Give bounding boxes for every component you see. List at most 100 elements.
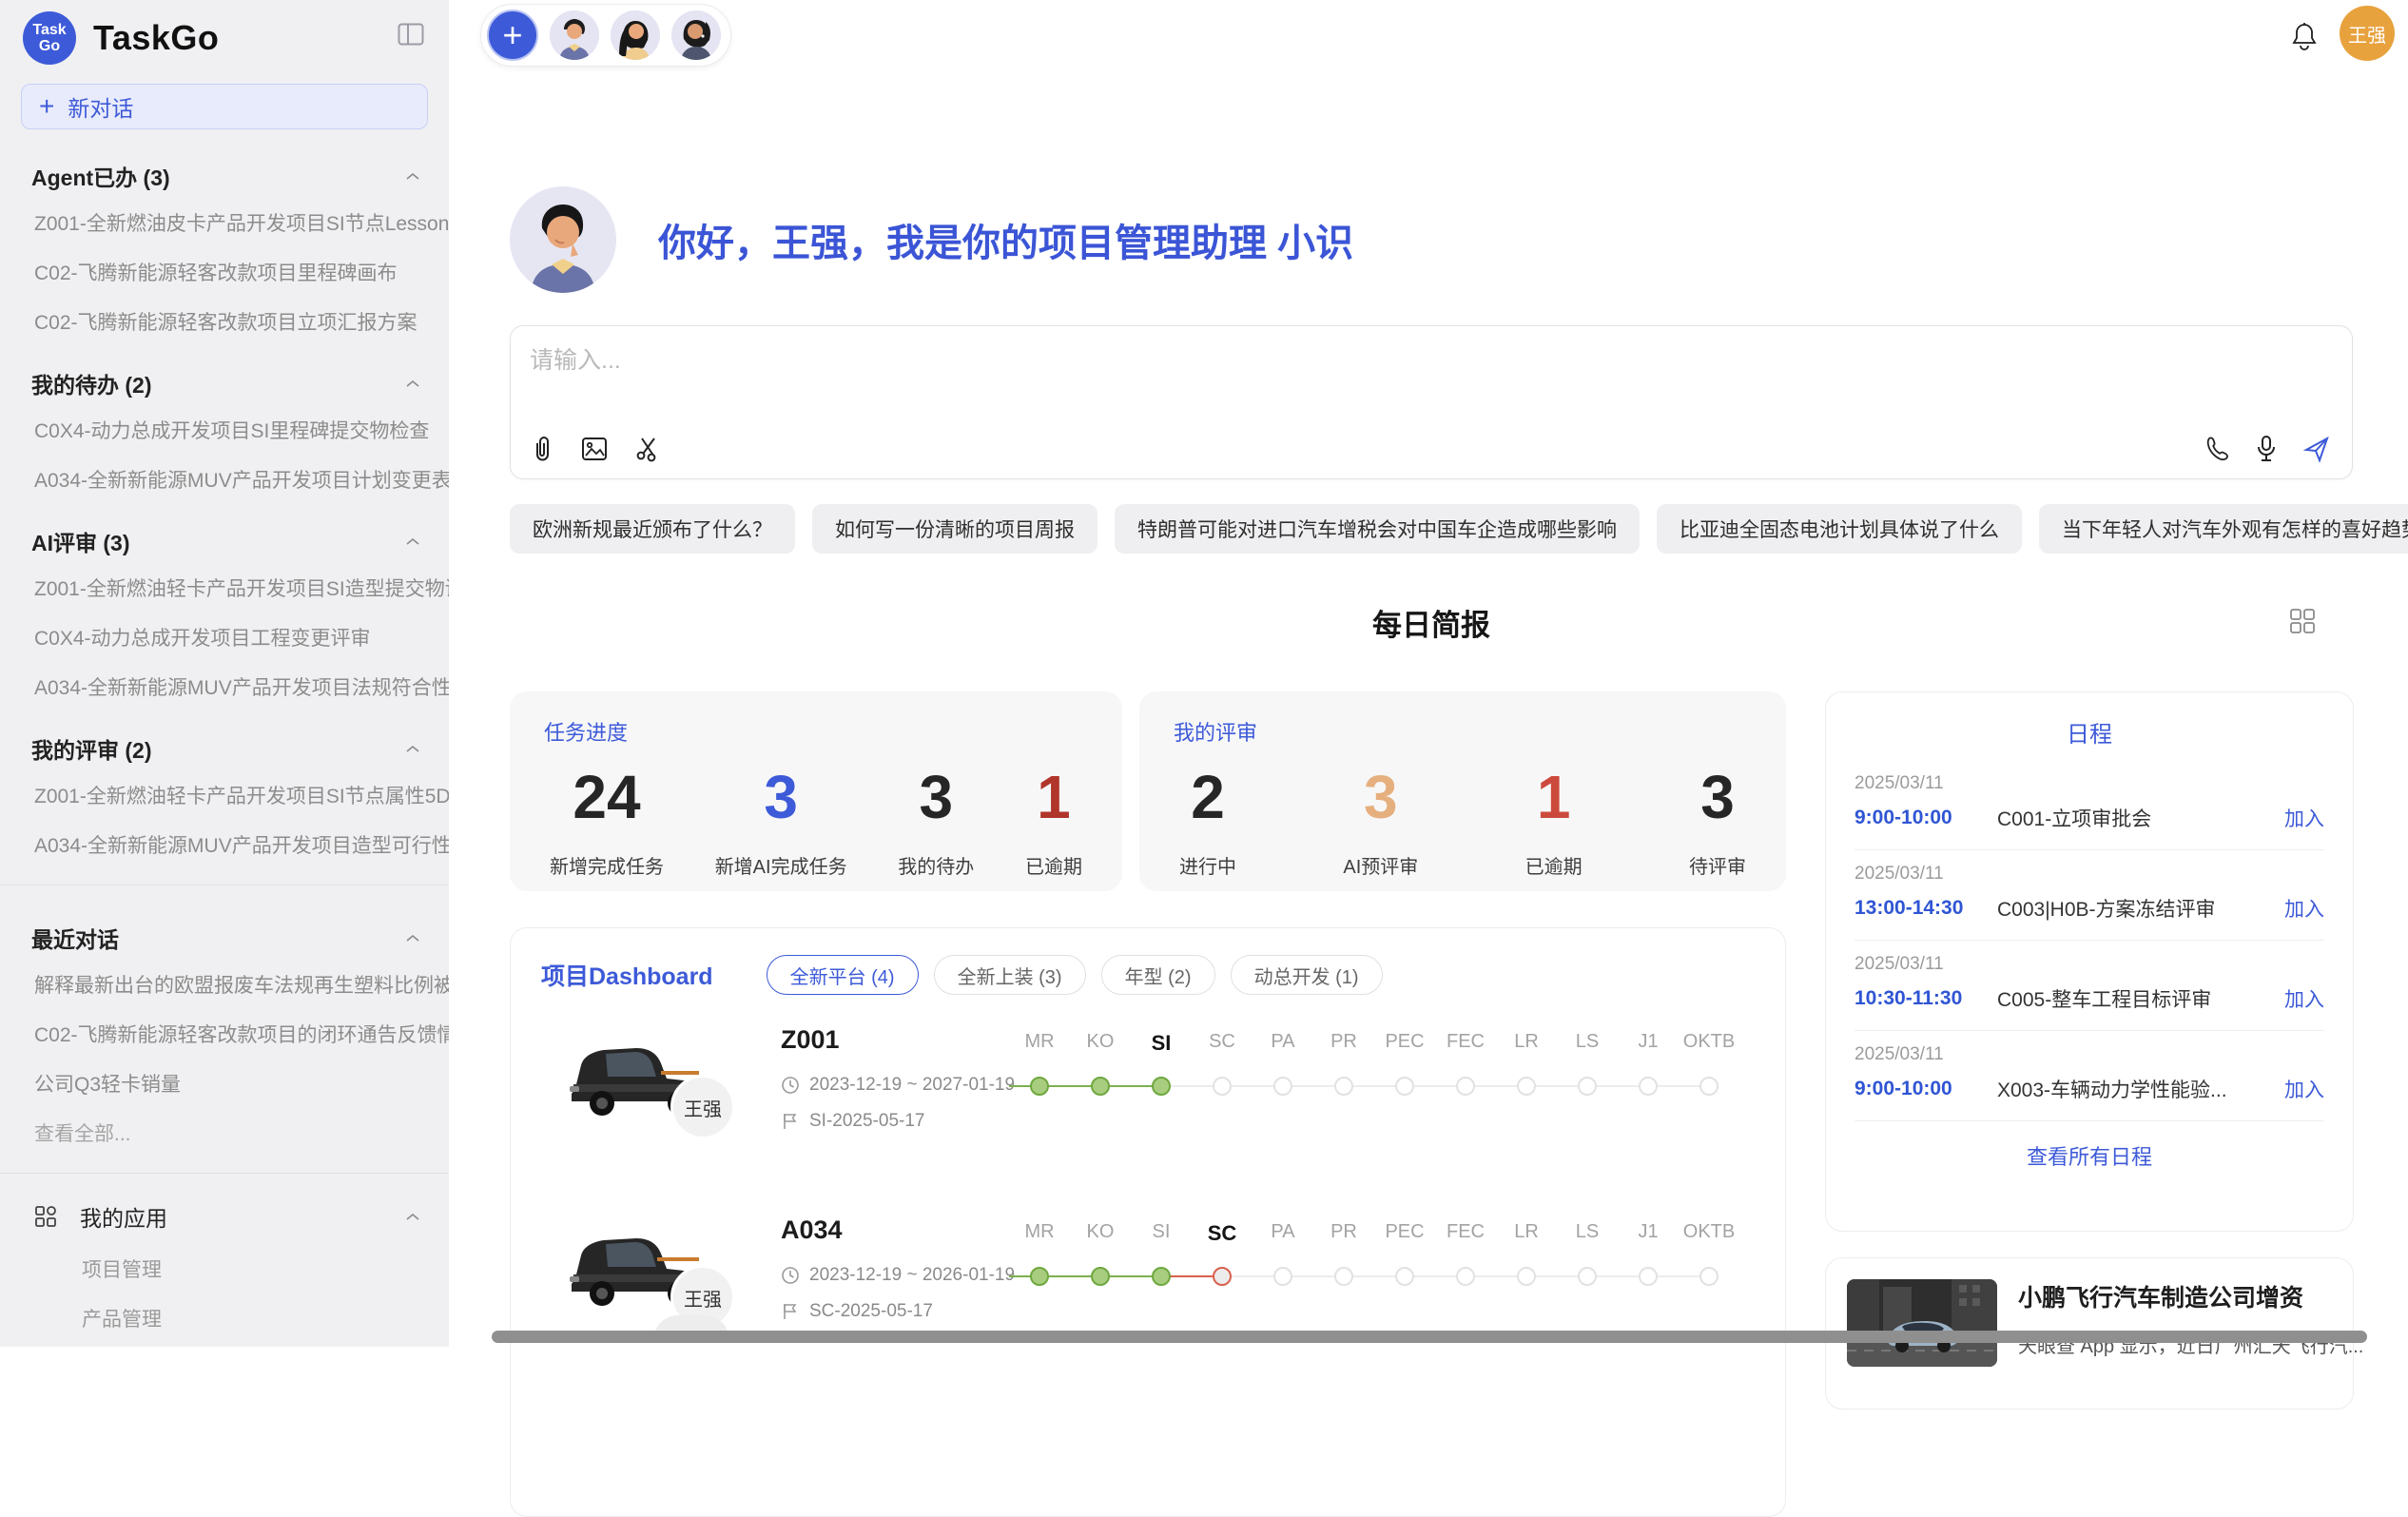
milestone-dot bbox=[1273, 1267, 1292, 1286]
suggestion-chip[interactable]: 当下年轻人对汽车外观有怎样的喜好趋势 bbox=[2039, 504, 2408, 554]
horizontal-scrollbar[interactable] bbox=[492, 1331, 2367, 1343]
divider bbox=[0, 1173, 449, 1174]
project-row[interactable]: 王强 A034 2023-12-19 ~ 2026-01-19 SC-2025-… bbox=[511, 1206, 1785, 1375]
avatar[interactable] bbox=[671, 10, 721, 60]
view-all-chats[interactable]: 查看全部... bbox=[0, 1108, 449, 1157]
milestone-label: J1 bbox=[1618, 1031, 1679, 1056]
app-name: TaskGo bbox=[93, 18, 219, 58]
milestone-dot-done bbox=[1091, 1267, 1110, 1286]
sidebar-item-change-mgmt[interactable]: 变更管理 bbox=[0, 1343, 449, 1347]
project-row[interactable]: 王强 Z001 2023-12-19 ~ 2027-01-19 SI-2025-… bbox=[511, 1016, 1785, 1185]
schedule-name: C001-立项审批会 bbox=[1997, 804, 2284, 832]
stat: 3 待评审 bbox=[1689, 764, 1746, 879]
milestone-label: LR bbox=[1496, 1031, 1557, 1056]
list-item[interactable]: Z001-全新燃油轻卡产品开发项目SI节点属性5D文件评审 bbox=[0, 770, 449, 820]
send-icon[interactable] bbox=[2302, 435, 2331, 463]
avatar[interactable] bbox=[611, 10, 660, 60]
assistant-greeting: 你好，王强，我是你的项目管理助理 小识 bbox=[510, 186, 1353, 293]
schedule-time: 9:00-10:00 bbox=[1855, 1078, 1997, 1100]
join-button[interactable]: 加入 bbox=[2284, 804, 2324, 832]
tab-powertrain[interactable]: 动总开发 (1) bbox=[1231, 955, 1383, 995]
milestone-dot bbox=[1578, 1077, 1597, 1096]
project-code: Z001 bbox=[781, 1025, 840, 1055]
chevron-up-icon[interactable] bbox=[405, 172, 420, 181]
project-flag: SC-2025-05-17 bbox=[781, 1301, 933, 1322]
phone-icon[interactable] bbox=[2204, 436, 2230, 462]
notification-bell-icon[interactable] bbox=[2290, 21, 2319, 56]
milestone-label: LS bbox=[1557, 1031, 1618, 1056]
sidebar-item-product-mgmt[interactable]: 产品管理 bbox=[0, 1293, 449, 1343]
chevron-up-icon[interactable] bbox=[405, 379, 420, 388]
list-item[interactable]: 解释最新出台的欧盟报废车法规再生塑料比例被调至15%... bbox=[0, 960, 449, 1009]
project-flag-text: SC-2025-05-17 bbox=[809, 1301, 933, 1322]
chevron-up-icon[interactable] bbox=[405, 1213, 420, 1221]
list-item[interactable]: A034-全新新能源MUV产品开发项目法规符合性评审 bbox=[0, 662, 449, 711]
milestone-dot bbox=[1699, 1077, 1719, 1096]
sidebar-item-project-mgmt[interactable]: 项目管理 bbox=[0, 1244, 449, 1293]
project-dashboard: 项目Dashboard 全新平台 (4) 全新上装 (3) 年型 (2) 动总开… bbox=[510, 927, 1786, 1517]
join-button[interactable]: 加入 bbox=[2284, 1075, 2324, 1103]
section-my-todo[interactable]: 我的待办 (2) bbox=[0, 346, 449, 405]
list-item[interactable]: C02-飞腾新能源轻客改款项目的闭环通告反馈情况 bbox=[0, 1009, 449, 1059]
scissors-icon[interactable] bbox=[634, 436, 661, 462]
suggestion-chip[interactable]: 如何写一份清晰的项目周报 bbox=[812, 504, 1097, 554]
milestone-label: PR bbox=[1313, 1031, 1374, 1056]
milestone-dot bbox=[1639, 1267, 1658, 1286]
sidebar-item-my-apps[interactable]: 我的应用 bbox=[0, 1189, 449, 1244]
new-chat-button[interactable]: + 新对话 bbox=[21, 84, 428, 129]
attachment-icon[interactable] bbox=[530, 435, 554, 463]
flag-icon bbox=[781, 1112, 800, 1131]
suggestion-chip[interactable]: 特朗普可能对进口汽车增税会对中国车企造成哪些影响 bbox=[1115, 504, 1640, 554]
chevron-up-icon[interactable] bbox=[405, 934, 420, 943]
greeting-text: 你好，王强，我是你的项目管理助理 小识 bbox=[658, 212, 1353, 267]
list-item[interactable]: C02-飞腾新能源轻客改款项目里程碑画布 bbox=[0, 247, 449, 297]
layout-grid-icon[interactable] bbox=[2288, 607, 2317, 640]
section-title: Agent已办 (3) bbox=[31, 160, 170, 192]
milestone-label: PEC bbox=[1374, 1031, 1435, 1056]
section-agent-done[interactable]: Agent已办 (3) bbox=[0, 139, 449, 198]
section-my-review[interactable]: 我的评审 (2) bbox=[0, 711, 449, 770]
avatar[interactable] bbox=[550, 10, 599, 60]
suggestion-chip[interactable]: 欧洲新规最近颁布了什么？ bbox=[510, 504, 795, 554]
stat: 3 我的待办 bbox=[898, 764, 974, 879]
list-item[interactable]: C0X4-动力总成开发项目工程变更评审 bbox=[0, 613, 449, 662]
list-item[interactable]: C02-飞腾新能源轻客改款项目立项汇报方案 bbox=[0, 297, 449, 346]
dashboard-tabs: 全新平台 (4) 全新上装 (3) 年型 (2) 动总开发 (1) bbox=[767, 955, 1383, 995]
view-all-schedule-link[interactable]: 查看所有日程 bbox=[1855, 1121, 2324, 1190]
section-recent-chats[interactable]: 最近对话 bbox=[0, 901, 449, 960]
chevron-up-icon[interactable] bbox=[405, 745, 420, 753]
schedule-item: 2025/03/11 10:30-11:30 C005-整车工程目标评审 加入 bbox=[1855, 941, 2324, 1031]
stat: 1 已逾期 bbox=[1525, 764, 1583, 879]
milestone-label: OKTB bbox=[1679, 1031, 1739, 1056]
list-item[interactable]: Z001-全新燃油轻卡产品开发项目SI造型提交物评审 bbox=[0, 563, 449, 613]
list-item[interactable]: Z001-全新燃油皮卡产品开发项目SI节点Lesson Learn报告 bbox=[0, 198, 449, 247]
sidebar-collapse-icon[interactable] bbox=[398, 23, 424, 50]
list-item[interactable]: 公司Q3轻卡销量 bbox=[0, 1059, 449, 1108]
join-button[interactable]: 加入 bbox=[2284, 984, 2324, 1013]
user-avatar[interactable]: 王强 bbox=[2340, 6, 2395, 61]
microphone-icon[interactable] bbox=[2255, 435, 2278, 463]
stat-value: 3 bbox=[1689, 764, 1746, 830]
project-flag: SI-2025-05-17 bbox=[781, 1111, 924, 1132]
clock-icon bbox=[781, 1266, 800, 1285]
chevron-up-icon[interactable] bbox=[405, 537, 420, 546]
milestone-label: J1 bbox=[1618, 1221, 1679, 1246]
news-title: 小鹏飞行汽车制造公司增资 bbox=[2018, 1279, 2363, 1313]
tab-new-body[interactable]: 全新上装 (3) bbox=[934, 955, 1086, 995]
tab-year-model[interactable]: 年型 (2) bbox=[1101, 955, 1215, 995]
tab-new-platform[interactable]: 全新平台 (4) bbox=[767, 955, 919, 995]
list-item[interactable]: A034-全新新能源MUV产品开发项目计划变更表编写 bbox=[0, 455, 449, 504]
section-ai-review[interactable]: AI评审 (3) bbox=[0, 504, 449, 563]
section-title: 我的待办 (2) bbox=[31, 367, 152, 399]
schedule-time: 13:00-14:30 bbox=[1855, 897, 1997, 920]
join-button[interactable]: 加入 bbox=[2284, 894, 2324, 923]
milestone-label: PA bbox=[1253, 1221, 1313, 1246]
list-item[interactable]: C0X4-动力总成开发项目SI里程碑提交物检查 bbox=[0, 405, 449, 455]
chat-input[interactable] bbox=[530, 340, 2327, 381]
add-agent-button[interactable]: + bbox=[487, 10, 538, 61]
milestone-timeline: MR KO SI SC PA PR PEC FEC LR LS J1 OKTB bbox=[1009, 1221, 1743, 1295]
image-icon[interactable] bbox=[581, 437, 608, 461]
list-item[interactable]: A034-全新新能源MUV产品开发项目造型可行性评审 bbox=[0, 820, 449, 869]
suggestion-chip[interactable]: 比亚迪全固态电池计划具体说了什么 bbox=[1657, 504, 2022, 554]
milestone-dot bbox=[1395, 1267, 1414, 1286]
